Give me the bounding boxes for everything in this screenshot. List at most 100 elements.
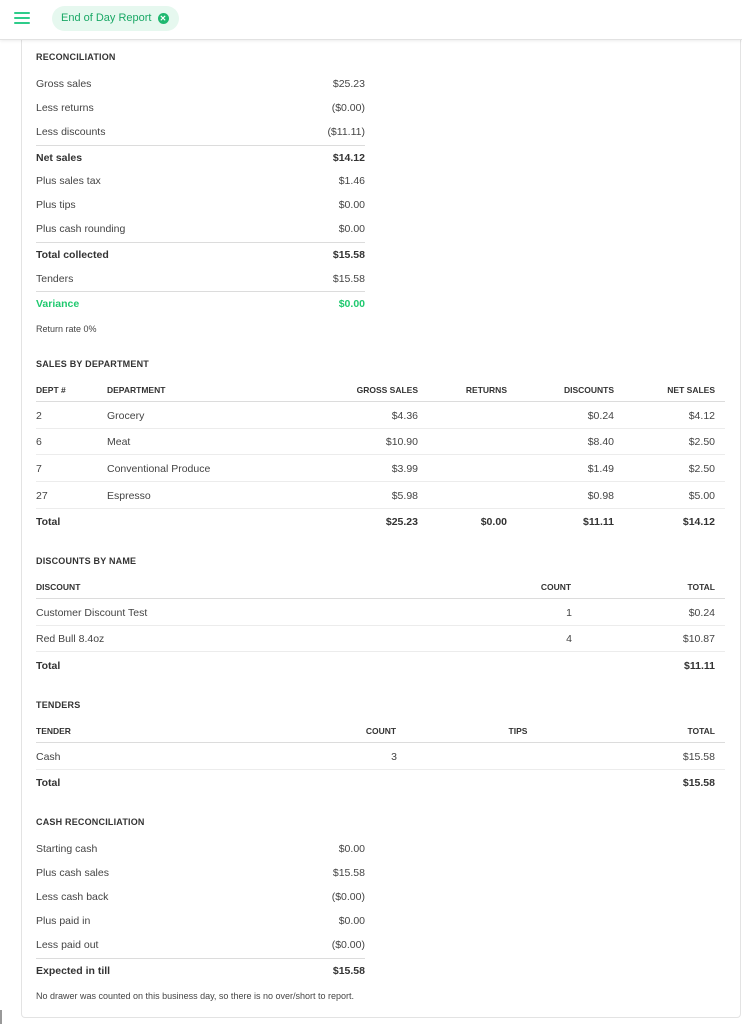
report-card: RECONCILIATION Gross sales $25.23 Less r… [21, 40, 741, 1018]
col-count: COUNT [540, 581, 572, 592]
recon-value: $15.58 [332, 273, 365, 285]
recon-row-variance: Variance $0.00 [36, 291, 365, 315]
cash-row-cash-sales: Plus cash sales $15.58 [36, 861, 365, 885]
report-tab-label: End of Day Report [61, 12, 152, 24]
dept-number: 27 [36, 489, 48, 502]
col-department: DEPARTMENT [107, 384, 166, 395]
recon-value: $0.00 [338, 223, 365, 235]
total-label: Total [36, 516, 61, 528]
total-discounts: $11.11 [684, 660, 715, 672]
col-net-sales: NET SALES [667, 384, 715, 395]
hamburger-menu-icon[interactable] [14, 12, 30, 26]
dept-name: Espresso [107, 489, 151, 502]
recon-label: Total collected [36, 248, 109, 261]
dept-net: $2.50 [688, 435, 715, 448]
cash-label: Starting cash [36, 843, 98, 855]
dept-discounts: $8.40 [587, 435, 614, 448]
total-gross: $25.23 [385, 516, 418, 528]
cash-value: $15.58 [332, 964, 365, 977]
dept-gross: $10.90 [385, 435, 418, 448]
table-row: Customer Discount Test 1 $0.24 [36, 600, 725, 626]
cash-label: Less paid out [36, 939, 99, 951]
tender-total: $15.58 [682, 750, 715, 763]
cash-value: ($0.00) [331, 891, 365, 903]
discounts-by-name-title: DISCOUNTS BY NAME [36, 556, 137, 566]
close-circle-icon[interactable]: ✕ [157, 13, 169, 24]
recon-value: $0.00 [338, 297, 365, 310]
total-net: $14.12 [682, 516, 715, 528]
tenders-title: TENDERS [36, 700, 81, 710]
total-returns: $0.00 [480, 516, 507, 528]
recon-row-cash-rounding: Plus cash rounding $0.00 [36, 217, 365, 241]
cash-value: $0.00 [338, 843, 365, 855]
cash-row-paid-in: Plus paid in $0.00 [36, 909, 365, 933]
dept-net: $5.00 [688, 489, 715, 502]
cash-value: $15.58 [332, 867, 365, 879]
recon-label: Net sales [36, 151, 83, 164]
cash-value: ($0.00) [331, 939, 365, 951]
total-tenders: $15.58 [682, 777, 715, 789]
table-row: 27 Espresso $5.98 $0.98 $5.00 [36, 483, 725, 509]
reconciliation-title: RECONCILIATION [36, 52, 116, 62]
dept-name: Grocery [107, 409, 145, 422]
recon-label: Plus cash rounding [36, 223, 126, 235]
cash-label: Expected in till [36, 964, 111, 977]
recon-row-gross-sales: Gross sales $25.23 [36, 72, 365, 96]
recon-row-total-collected: Total collected $15.58 [36, 242, 365, 266]
recon-row-less-discounts: Less discounts ($11.11) [36, 120, 365, 144]
recon-label: Plus sales tax [36, 175, 101, 187]
recon-value: $15.58 [332, 248, 365, 261]
tender-total-row: Total $15.58 [36, 770, 725, 796]
total-discounts: $11.11 [583, 516, 614, 528]
cash-label: Less cash back [36, 891, 109, 903]
return-rate-note: Return rate 0% [36, 324, 97, 334]
recon-row-less-returns: Less returns ($0.00) [36, 96, 365, 120]
dept-discounts: $1.49 [587, 462, 614, 475]
col-returns: RETURNS [465, 384, 507, 395]
table-row: Cash 3 $15.58 [36, 744, 725, 770]
table-row: 7 Conventional Produce $3.99 $1.49 $2.50 [36, 456, 725, 482]
cash-reconciliation-title: CASH RECONCILIATION [36, 817, 145, 827]
cash-row-starting-cash: Starting cash $0.00 [36, 837, 365, 861]
recon-row-tenders: Tenders $15.58 [36, 267, 365, 291]
col-tender: TENDER [36, 725, 71, 736]
tender-table-header: TENDER COUNT TIPS TOTAL [36, 719, 725, 743]
recon-value: $14.12 [332, 151, 365, 164]
recon-row-sales-tax: Plus sales tax $1.46 [36, 169, 365, 193]
table-row: Red Bull 8.4oz 4 $10.87 [36, 626, 725, 652]
table-row: 6 Meat $10.90 $8.40 $2.50 [36, 429, 725, 455]
cash-row-paid-out: Less paid out ($0.00) [36, 933, 365, 957]
recon-value: $0.00 [338, 199, 365, 211]
recon-value: $25.23 [332, 78, 365, 90]
recon-label: Tenders [36, 273, 74, 285]
col-dept-number: DEPT # [36, 384, 66, 395]
tender-count: 3 [391, 750, 397, 763]
window-edge [0, 1010, 2, 1024]
cash-label: Plus paid in [36, 915, 91, 927]
tender-tips [488, 744, 548, 769]
recon-row-net-sales: Net sales $14.12 [36, 145, 365, 169]
cash-label: Plus cash sales [36, 867, 109, 879]
dept-gross: $5.98 [391, 489, 418, 502]
discount-count: 4 [566, 632, 572, 645]
drawer-count-note: No drawer was counted on this business d… [36, 991, 354, 1001]
recon-label: Variance [36, 297, 80, 310]
dept-net: $4.12 [688, 409, 715, 422]
discount-total: $0.24 [688, 606, 715, 619]
discount-count: 1 [566, 606, 572, 619]
dept-number: 6 [36, 435, 42, 448]
total-label: Total [36, 660, 61, 672]
sales-by-department-title: SALES BY DEPARTMENT [36, 359, 149, 369]
dept-number: 2 [36, 409, 42, 422]
dept-name: Conventional Produce [107, 462, 211, 475]
col-total: TOTAL [687, 581, 715, 592]
recon-label: Less returns [36, 102, 94, 114]
cash-row-expected-in-till: Expected in till $15.58 [36, 958, 365, 982]
report-tab-chip[interactable]: End of Day Report ✕ [52, 6, 179, 31]
discount-name: Red Bull 8.4oz [36, 632, 105, 645]
recon-label: Less discounts [36, 126, 106, 138]
total-label: Total [36, 777, 61, 789]
recon-value: $1.46 [338, 175, 365, 187]
cash-row-cash-back: Less cash back ($0.00) [36, 885, 365, 909]
tender-name: Cash [36, 750, 61, 763]
